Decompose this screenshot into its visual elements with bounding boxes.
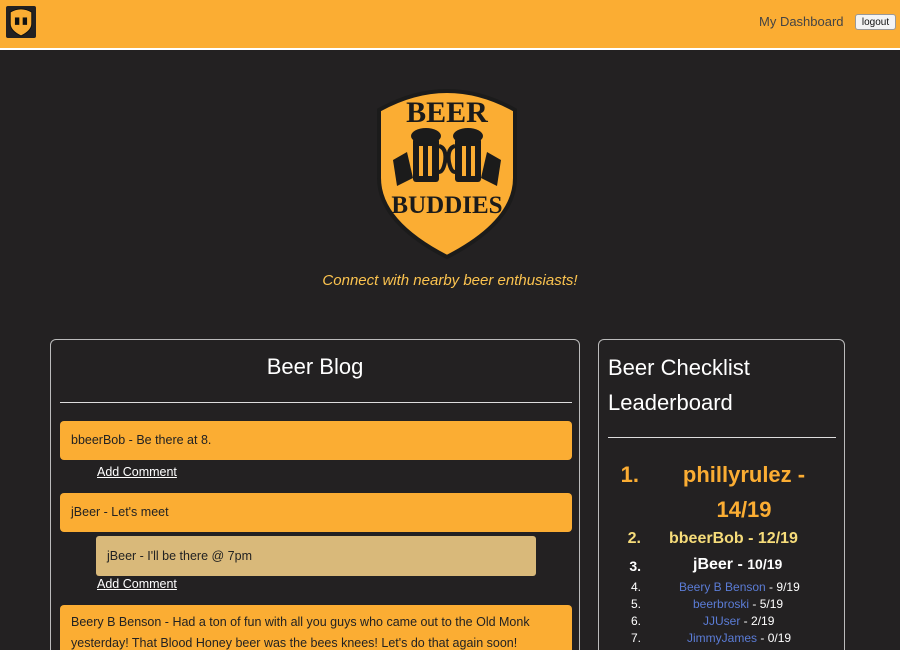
player-name: phillyrulez [682, 462, 792, 487]
rank-number: 7. [630, 631, 641, 645]
logout-button[interactable]: logout [855, 14, 896, 30]
rank-number: 3. [629, 558, 641, 574]
player-score: 12/19 [757, 530, 798, 547]
player-link[interactable]: beerbroski [693, 597, 749, 611]
player-score: 5/19 [759, 597, 784, 611]
leaderboard-entry-2: 2. bbeerBob - 12/19 [625, 530, 798, 548]
beer-blog-panel: Beer Blog bbeerBob - Be there at 8. Add … [50, 339, 580, 650]
blog-post: jBeer - Let's meet [60, 493, 572, 532]
add-comment-link[interactable]: Add Comment [97, 465, 177, 479]
player-score: 9/19 [776, 580, 800, 594]
add-comment-link[interactable]: Add Comment [97, 577, 177, 591]
tagline: Connect with nearby beer enthusiasts! [322, 272, 578, 289]
player-score: 2/19 [751, 614, 775, 628]
blog-divider [60, 402, 572, 403]
leaderboard-entry-5: 5. beerbroski - 5/19 [627, 597, 783, 611]
blog-post: bbeerBob - Be there at 8. [60, 421, 572, 460]
player-name: jBeer [693, 556, 734, 573]
leaderboard-entry-1-text: phillyrulez - 14/19 [682, 462, 806, 522]
player-score: 0/19 [767, 631, 792, 645]
rank-number: 5. [630, 597, 641, 611]
leaderboard-panel: Beer Checklist Leaderboard 1. phillyrule… [598, 339, 845, 650]
leaderboard-divider [608, 437, 836, 438]
beer-buddies-logo-icon [9, 8, 33, 37]
player-name: bbeerBob [669, 530, 744, 547]
leaderboard-entry-4: 4. Beery B Benson - 9/19 [627, 580, 800, 594]
comment-reply: jBeer - I'll be there @ 7pm [96, 536, 536, 576]
my-dashboard-link[interactable]: My Dashboard [759, 14, 844, 29]
leaderboard-entry-1: 1. [619, 457, 639, 492]
blog-title: Beer Blog [266, 354, 364, 379]
reply-text: jBeer - I'll be there @ 7pm [107, 549, 252, 563]
leaderboard-entry-7: 7. JimmyJames - 0/19 [627, 631, 791, 645]
player-link[interactable]: JJUser [703, 614, 740, 628]
post-text: Beery B Benson - Had a ton of fun with a… [71, 615, 530, 650]
player-score: 14/19 [716, 497, 772, 522]
logo-bottom-text: BUDDIES [391, 192, 502, 219]
beer-buddies-logo: BEER BUDDIES [377, 89, 517, 260]
rank-number: 6. [630, 614, 641, 628]
leaderboard-entry-3: 3. jBeer - 10/19 [627, 556, 782, 576]
post-text: bbeerBob - Be there at 8. [71, 433, 212, 447]
rank-number: 2. [627, 530, 641, 547]
blog-post: Beery B Benson - Had a ton of fun with a… [60, 605, 572, 650]
post-text: jBeer - Let's meet [71, 505, 169, 519]
player-link[interactable]: JimmyJames [687, 631, 757, 645]
leaderboard-title: Beer Checklist Leaderboard [608, 355, 750, 415]
player-link[interactable]: Beery B Benson [679, 580, 766, 594]
rank-number: 1. [620, 462, 639, 487]
rank-number: 4. [630, 580, 641, 594]
player-score: 10/19 [747, 556, 783, 572]
logo-top-text: BEER [406, 96, 488, 129]
leaderboard-entry-6: 6. JJUser - 2/19 [627, 614, 774, 628]
top-nav-bar: My Dashboard logout [0, 0, 900, 50]
nav-logo[interactable] [6, 6, 36, 38]
